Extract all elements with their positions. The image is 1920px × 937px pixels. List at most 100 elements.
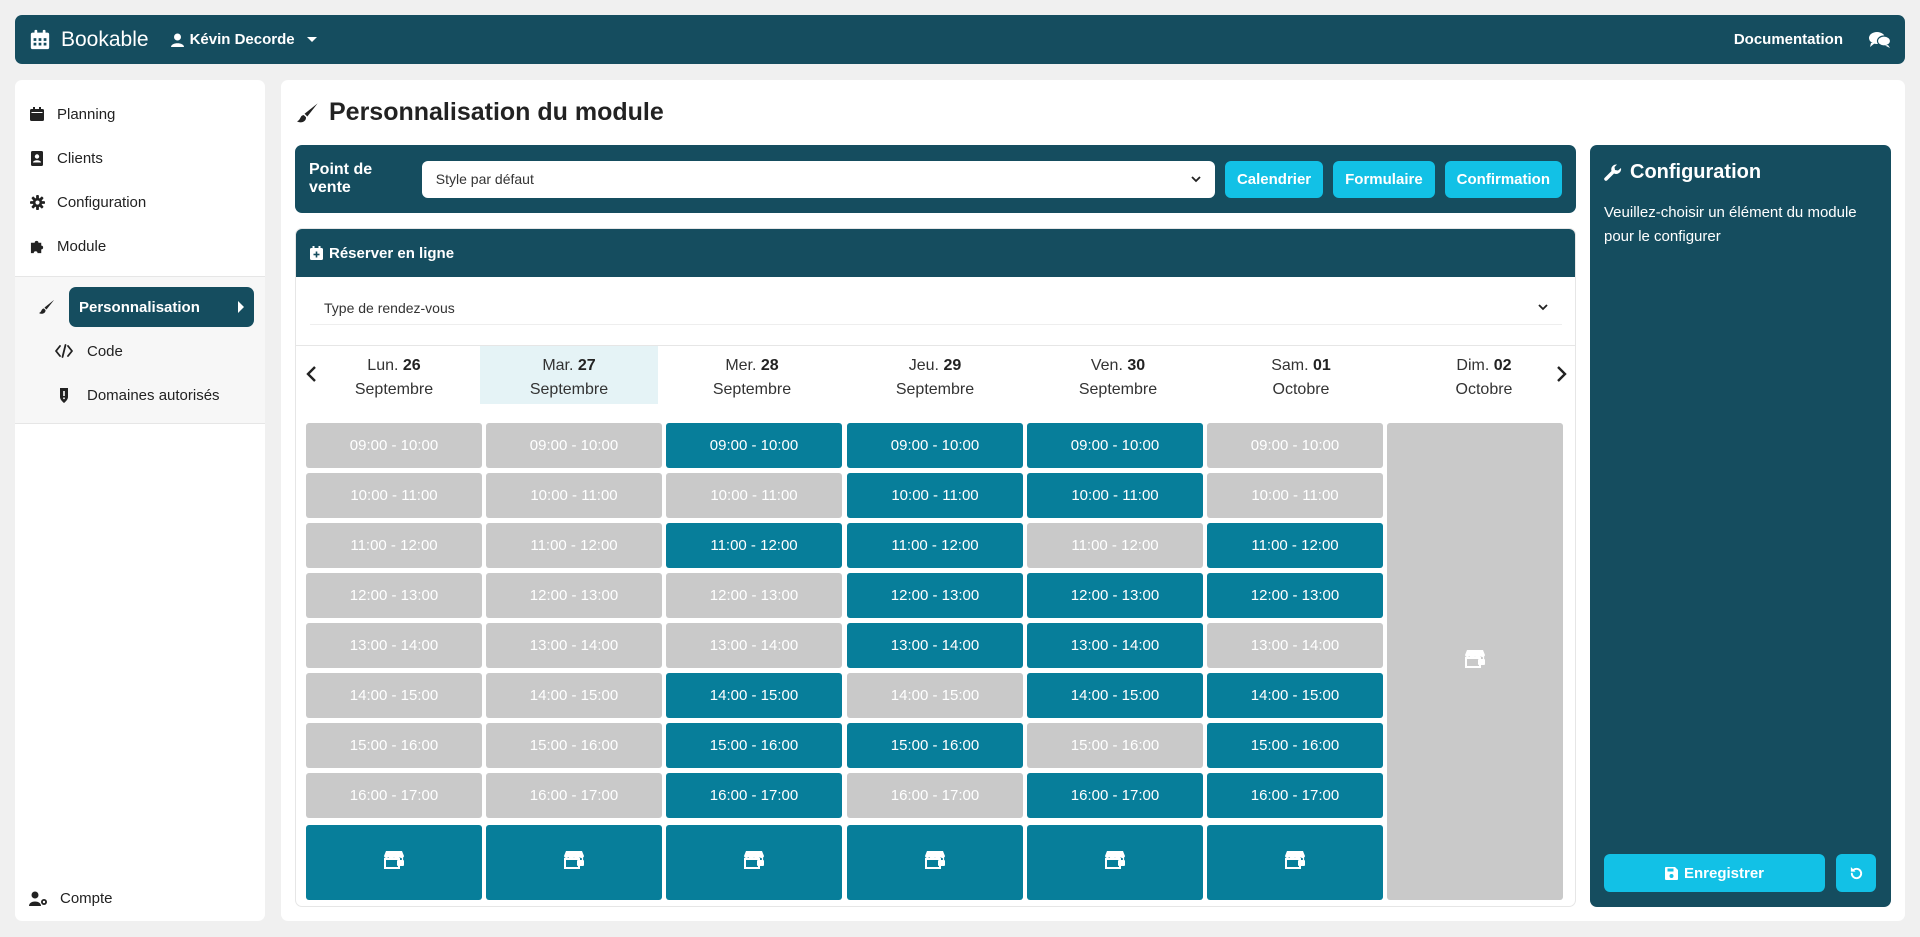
config-help-text: Veuillez-choisir un élément du module po… <box>1604 204 1857 245</box>
time-slot: 10:00 - 11:00 <box>306 473 482 518</box>
pos-style-select[interactable]: Style par défaut <box>421 160 1215 198</box>
reset-button[interactable] <box>1836 854 1876 892</box>
sidebar-subitem-personnalisation[interactable]: Personnalisation <box>39 287 254 327</box>
time-slot: 13:00 - 14:00 <box>306 623 482 668</box>
day-header-2[interactable]: Mer. 28 Septembre <box>663 346 841 404</box>
day-header-5[interactable]: Sam. 01 Octobre <box>1212 346 1390 404</box>
time-slot[interactable]: 16:00 - 17:00 <box>1207 773 1383 818</box>
time-slot: 12:00 - 13:00 <box>666 573 842 618</box>
store-lock-icon <box>1104 851 1126 874</box>
time-slot: 15:00 - 16:00 <box>306 723 482 768</box>
user-gear-icon <box>29 891 47 906</box>
time-slot[interactable]: 15:00 - 16:00 <box>847 723 1023 768</box>
time-slot: 12:00 - 13:00 <box>486 573 662 618</box>
sidebar-item-label: Planning <box>57 105 116 123</box>
brush-icon <box>297 102 318 122</box>
time-slot[interactable]: 14:00 - 15:00 <box>1207 673 1383 718</box>
time-slot[interactable]: 13:00 - 14:00 <box>847 623 1023 668</box>
caret-right-icon <box>238 301 244 313</box>
day-header-6[interactable]: Dim. 02 Octobre <box>1395 346 1573 404</box>
time-slot[interactable]: 15:00 - 16:00 <box>1207 723 1383 768</box>
save-button[interactable]: Enregistrer <box>1604 854 1825 892</box>
confirmation-button[interactable]: Confirmation <box>1444 160 1562 198</box>
brush-icon <box>39 300 54 314</box>
comments-icon[interactable] <box>1869 31 1891 49</box>
wrench-icon <box>1604 163 1622 181</box>
time-slot: 10:00 - 11:00 <box>666 473 842 518</box>
day-number: 29 <box>943 357 962 374</box>
point-de-vente-bar: Point de vente Style par défaut Calendri… <box>295 145 1576 213</box>
store-button[interactable] <box>306 825 482 900</box>
module-submenu: Personnalisation Code Domaines autorisés <box>15 276 265 424</box>
time-slot[interactable]: 11:00 - 12:00 <box>666 523 842 568</box>
sidebar-subitem-domaines[interactable]: Domaines autorisés <box>55 375 220 415</box>
day-header-4[interactable]: Ven. 30 Septembre <box>1029 346 1207 404</box>
closed-day-column <box>1387 423 1563 900</box>
store-lock-icon <box>743 851 765 874</box>
documentation-link[interactable]: Documentation <box>1734 31 1843 48</box>
day-number: 27 <box>577 357 596 374</box>
calendar-icon <box>30 29 50 49</box>
time-slot[interactable]: 09:00 - 10:00 <box>1027 423 1203 468</box>
sidebar-item-module[interactable]: Module <box>15 224 265 268</box>
appointment-type-placeholder: Type de rendez-vous <box>324 299 455 316</box>
time-slot[interactable]: 14:00 - 15:00 <box>666 673 842 718</box>
day-label: Sam. <box>1271 357 1309 374</box>
time-slot[interactable]: 11:00 - 12:00 <box>1207 523 1383 568</box>
sidebar-item-label: Clients <box>57 149 103 167</box>
day-number: 30 <box>1127 357 1146 374</box>
time-slot[interactable]: 10:00 - 11:00 <box>1027 473 1203 518</box>
time-slot: 14:00 - 15:00 <box>306 673 482 718</box>
time-slot: 11:00 - 12:00 <box>306 523 482 568</box>
config-title-text: Configuration <box>1630 161 1762 183</box>
time-slot[interactable]: 10:00 - 11:00 <box>847 473 1023 518</box>
form-button[interactable]: Formulaire <box>1333 160 1435 198</box>
day-header-3[interactable]: Jeu. 29 Septembre <box>846 346 1024 404</box>
store-button[interactable] <box>1027 825 1203 900</box>
time-slot[interactable]: 16:00 - 17:00 <box>1027 773 1203 818</box>
sidebar-item-clients[interactable]: Clients <box>15 136 265 180</box>
time-slot[interactable]: 15:00 - 16:00 <box>666 723 842 768</box>
store-button[interactable] <box>486 825 662 900</box>
time-slot: 14:00 - 15:00 <box>847 673 1023 718</box>
appointment-type-select[interactable]: Type de rendez-vous <box>310 291 1562 325</box>
time-slot: 15:00 - 16:00 <box>1027 723 1203 768</box>
time-slot[interactable]: 12:00 - 13:00 <box>1207 573 1383 618</box>
time-slot[interactable]: 11:00 - 12:00 <box>847 523 1023 568</box>
day-header-1[interactable]: Mar. 27 Septembre <box>480 346 658 404</box>
sidebar-subitem-code[interactable]: Code <box>55 331 123 371</box>
undo-icon <box>1850 866 1862 879</box>
code-icon <box>55 344 73 358</box>
sidebar-item-compte[interactable]: Compte <box>29 890 113 907</box>
time-slot: 15:00 - 16:00 <box>486 723 662 768</box>
page-title-text: Personnalisation du module <box>329 98 664 126</box>
booking-header: Réserver en ligne <box>296 229 1575 277</box>
sidebar-subitem-label: Personnalisation <box>79 298 200 316</box>
time-slot: 14:00 - 15:00 <box>486 673 662 718</box>
store-button[interactable] <box>1207 825 1383 900</box>
time-slot[interactable]: 12:00 - 13:00 <box>847 573 1023 618</box>
calendar-plus-icon <box>310 246 323 260</box>
time-slot[interactable]: 16:00 - 17:00 <box>666 773 842 818</box>
time-slot[interactable]: 09:00 - 10:00 <box>666 423 842 468</box>
sidebar-item-configuration[interactable]: Configuration <box>15 180 265 224</box>
active-pill[interactable]: Personnalisation <box>69 287 254 327</box>
day-label: Lun. <box>367 357 399 374</box>
sidebar-item-planning[interactable]: Planning <box>15 92 265 136</box>
time-slot[interactable]: 14:00 - 15:00 <box>1027 673 1203 718</box>
time-slot: 11:00 - 12:00 <box>1027 523 1203 568</box>
store-lock-icon <box>383 851 405 874</box>
day-header-0[interactable]: Lun. 26 Septembre <box>305 346 483 404</box>
time-slot[interactable]: 09:00 - 10:00 <box>847 423 1023 468</box>
config-title: Configuration <box>1604 161 1761 184</box>
user-menu[interactable]: Kévin Decorde <box>170 31 317 48</box>
time-slot: 12:00 - 13:00 <box>306 573 482 618</box>
store-button[interactable] <box>847 825 1023 900</box>
calendar-button[interactable]: Calendrier <box>1224 160 1324 198</box>
time-slot[interactable]: 13:00 - 14:00 <box>1027 623 1203 668</box>
chevron-down-icon <box>1538 304 1548 311</box>
store-button[interactable] <box>666 825 842 900</box>
brand[interactable]: Bookable <box>29 28 149 52</box>
main-content: Personnalisation du module Point de vent… <box>281 80 1905 921</box>
time-slot[interactable]: 12:00 - 13:00 <box>1027 573 1203 618</box>
